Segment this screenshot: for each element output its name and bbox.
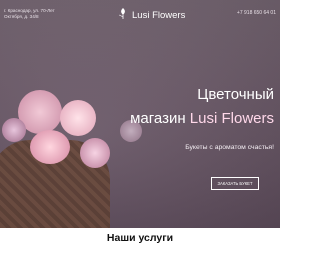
logo[interactable]: Lusi Flowers xyxy=(118,8,185,22)
hero-title-line2: магазин Lusi Flowers xyxy=(130,110,274,127)
hero-title-line1: Цветочный xyxy=(197,86,274,103)
flower-decoration xyxy=(30,130,70,164)
hero-subtitle: Букеты с ароматом счастья! xyxy=(185,144,274,151)
hero-title-brand: Lusi Flowers xyxy=(189,110,274,127)
logo-text: Lusi Flowers xyxy=(132,9,186,21)
phone-link[interactable]: +7 918 650 64 01 xyxy=(237,10,276,16)
flower-decoration xyxy=(2,118,26,142)
flower-icon xyxy=(118,6,128,24)
flower-decoration xyxy=(80,138,110,168)
hero-section: г. Краснодар, ул. 70-Лет Октября, д. 34/… xyxy=(0,0,280,228)
address-text: г. Краснодар, ул. 70-Лет Октября, д. 34/… xyxy=(4,8,55,19)
top-bar: г. Краснодар, ул. 70-Лет Октября, д. 34/… xyxy=(0,0,280,32)
order-bouquet-button[interactable]: ЗАКАЗАТЬ БУКЕТ xyxy=(211,177,259,190)
flower-decoration xyxy=(60,100,96,136)
services-section-title: Наши услуги xyxy=(106,232,174,244)
hero-title-prefix: магазин xyxy=(130,110,190,127)
